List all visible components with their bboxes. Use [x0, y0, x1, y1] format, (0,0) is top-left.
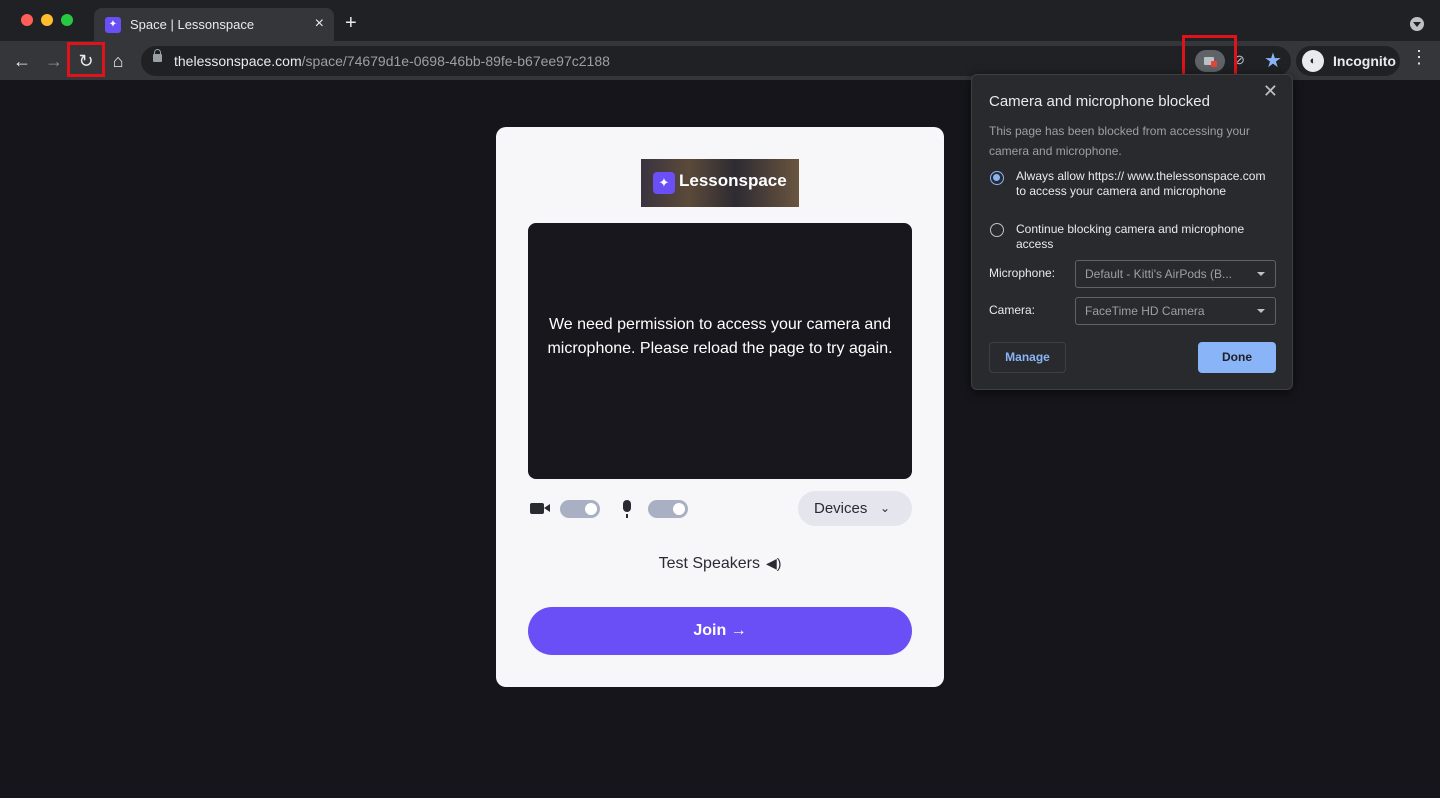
- url-host: thelessonspace.com: [174, 53, 302, 69]
- continue-blocking-label[interactable]: Continue blocking camera and microphone …: [1016, 222, 1276, 252]
- test-speakers-button[interactable]: Test Speakers ◀): [496, 555, 944, 573]
- logo-text: Lessonspace: [679, 171, 787, 190]
- tab-title: Space | Lessonspace: [130, 17, 255, 32]
- new-tab-button[interactable]: +: [345, 13, 357, 33]
- highlight-reload: [67, 42, 105, 77]
- join-card: ✦ Lessonspace We need permission to acce…: [496, 127, 944, 687]
- home-button[interactable]: ⌂: [104, 47, 132, 75]
- forward-button[interactable]: →: [40, 47, 68, 75]
- bubble-description: This page has been blocked from accessin…: [989, 124, 1250, 158]
- continue-blocking-radio[interactable]: [990, 223, 1004, 237]
- camera-microphone-permission-bubble: Camera and microphone blocked ✕ This pag…: [971, 74, 1293, 390]
- lessonspace-logo-icon: ✦: [653, 172, 675, 194]
- close-icon[interactable]: ✕: [1263, 81, 1278, 102]
- microphone-label: Microphone:: [989, 266, 1056, 280]
- tab-close-icon[interactable]: ×: [315, 15, 324, 33]
- bubble-title: Camera and microphone blocked: [989, 93, 1210, 110]
- microphone-toggle[interactable]: [648, 500, 688, 518]
- url-text[interactable]: thelessonspace.com/space/74679d1e-0698-4…: [174, 53, 610, 69]
- close-window-button[interactable]: [21, 14, 33, 26]
- manage-button[interactable]: Manage: [989, 342, 1066, 373]
- always-allow-radio[interactable]: [990, 171, 1004, 185]
- bookmark-star-icon[interactable]: ★: [1264, 48, 1282, 73]
- chevron-down-icon: ⌄: [879, 501, 890, 515]
- camera-icon: [530, 503, 550, 514]
- devices-label: Devices: [814, 500, 868, 517]
- camera-select[interactable]: FaceTime HD Camera: [1075, 297, 1276, 325]
- minimize-window-button[interactable]: [41, 14, 53, 26]
- back-button[interactable]: ←: [8, 47, 36, 75]
- incognito-profile-button[interactable]: ◐ Incognito: [1296, 46, 1400, 76]
- zoom-window-button[interactable]: [61, 14, 73, 26]
- incognito-label: Incognito: [1333, 53, 1396, 69]
- lock-icon[interactable]: [153, 49, 162, 62]
- test-speakers-label: Test Speakers: [658, 555, 760, 572]
- microphone-icon: [623, 500, 631, 518]
- incognito-icon: ◐: [1302, 50, 1324, 72]
- always-allow-label[interactable]: Always allow https:// www.thelessonspace…: [1016, 169, 1276, 199]
- lessonspace-logo: ✦ Lessonspace: [641, 159, 799, 207]
- address-bar[interactable]: thelessonspace.com/space/74679d1e-0698-4…: [141, 46, 1291, 76]
- devices-button[interactable]: Devices ⌄: [798, 491, 912, 526]
- tab-search-icon[interactable]: [1410, 17, 1424, 31]
- speaker-icon: ◀): [765, 555, 782, 571]
- join-button[interactable]: Join →: [528, 607, 912, 655]
- url-path: /space/74679d1e-0698-46bb-89fe-b67ee97c2…: [301, 53, 610, 69]
- active-tab[interactable]: ✦ Space | Lessonspace ×: [94, 8, 334, 41]
- microphone-select[interactable]: Default - Kitti's AirPods (B...: [1075, 260, 1276, 288]
- done-button[interactable]: Done: [1198, 342, 1276, 373]
- browser-menu-icon[interactable]: ⋮: [1410, 47, 1428, 68]
- video-preview: We need permission to access your camera…: [528, 223, 912, 479]
- lessonspace-favicon-icon: ✦: [105, 17, 121, 33]
- camera-label: Camera:: [989, 303, 1036, 317]
- permission-message: We need permission to access your camera…: [547, 316, 893, 357]
- camera-toggle[interactable]: [560, 500, 600, 518]
